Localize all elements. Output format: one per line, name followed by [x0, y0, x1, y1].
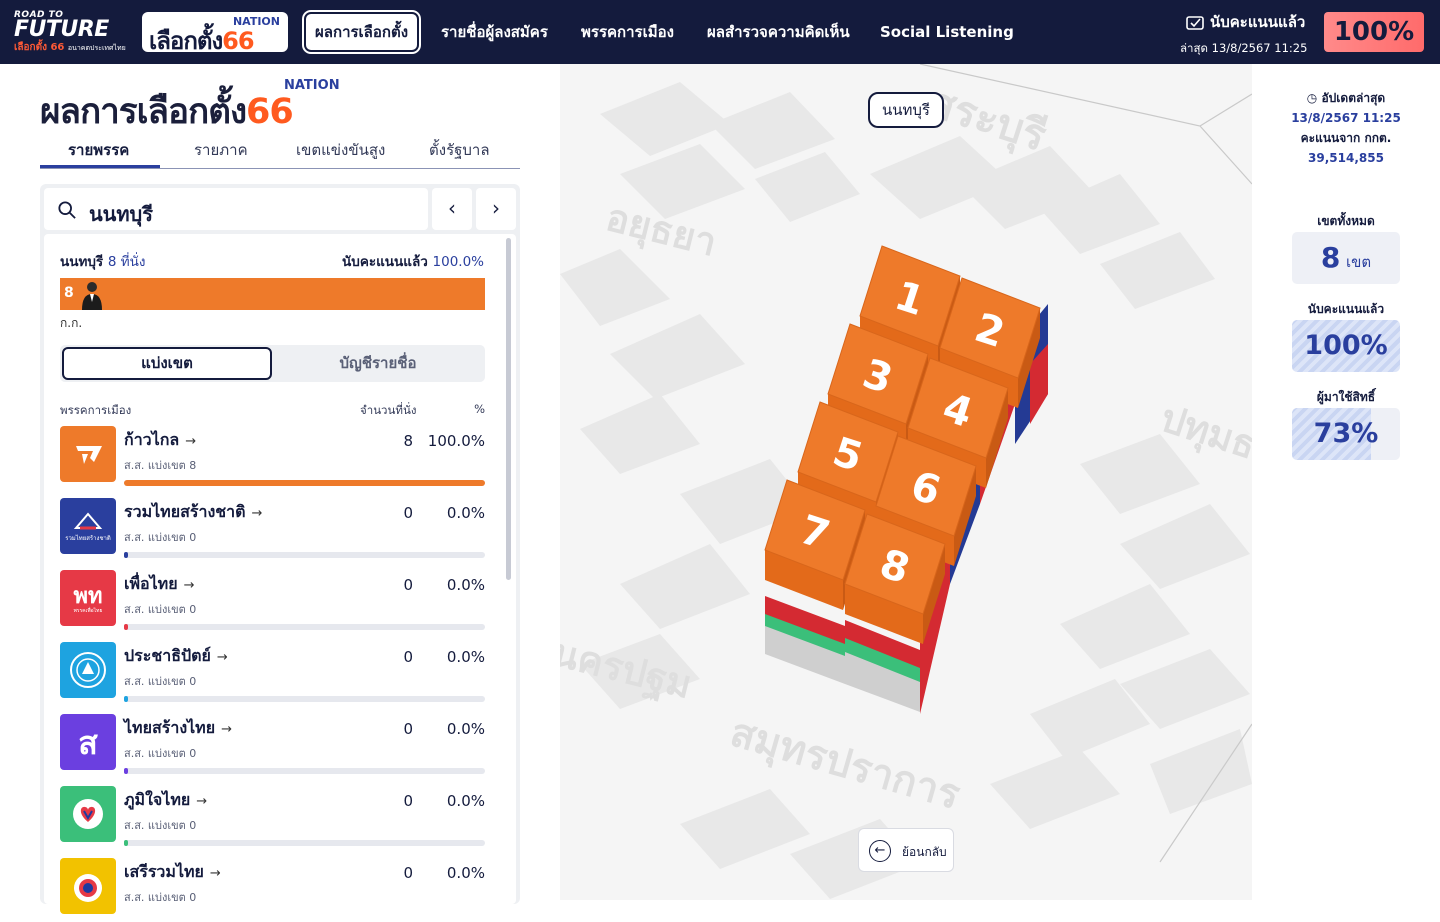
seat-distribution-bar[interactable]: 8: [60, 278, 485, 310]
party-row-bhumjaithai[interactable]: ภูมิใจไทย → ส.ส. แบ่งเขต 0 0 0.0%: [60, 786, 485, 850]
party-row-move-forward[interactable]: ก้าวไกล → ส.ส. แบ่งเขต 8 8 100.0%: [60, 426, 485, 490]
turnout-label: ผู้มาใช้สิทธิ์: [1316, 390, 1376, 404]
party-row-pheu-thai[interactable]: พท พรรคเพื่อไทย เพื่อไทย → ส.ส. แบ่งเขต 0 …: [60, 570, 485, 634]
page-title: NATION ผลการเลือกตั้ง66: [40, 78, 340, 132]
search-value: นนทบุรี: [89, 202, 153, 226]
arrow-right-icon: →: [185, 434, 197, 449]
view-tabs: รายพรรค รายภาค เขตแข่งขันสูง ตั้งรัฐบาล: [40, 132, 520, 169]
scrollbar[interactable]: [506, 238, 511, 580]
tab-government[interactable]: ตั้งรัฐบาล: [429, 138, 490, 162]
arrow-right-icon: →: [209, 866, 221, 881]
arrow-right-icon: →: [216, 650, 228, 665]
clock-icon: ◷: [1306, 91, 1318, 105]
counted-percent-badge: 100%: [1324, 12, 1424, 52]
tab-by-region[interactable]: รายภาค: [194, 138, 248, 162]
party-share-bar: [124, 480, 485, 486]
district-cubes[interactable]: 12345678: [764, 245, 1041, 644]
ballot-check-icon: [1186, 16, 1204, 30]
nav-polls[interactable]: ผลสำรวจความคิดเห็น: [707, 19, 850, 45]
counted-stat-label: นับคะแนนแล้ว: [1307, 302, 1385, 316]
results-panel: นนทบุรี ‹ › นนทบุรี 8 ที่นั่ง นับคะแนนแล…: [40, 184, 520, 914]
top-nav-bar: ROAD TO FUTURE เลือกตั้ง 66 อนาคตประเทศไ…: [0, 0, 1440, 64]
vote-count-status: นับคะแนนแล้ว ล่าสุด 13/8/2567 11:25: [1180, 10, 1314, 55]
bhumjaithai-logo: [60, 786, 116, 842]
utn-logo: รวมไทยสร้างชาติ: [60, 498, 116, 554]
candidate-avatar-icon: [82, 282, 102, 310]
road-to-future-logo[interactable]: ROAD TO FUTURE เลือกตั้ง 66 อนาคตประเทศไ…: [14, 10, 130, 54]
back-button[interactable]: ← ย้อนกลับ: [858, 828, 954, 872]
map-province-label[interactable]: นนทบุรี: [868, 92, 944, 128]
nav-candidates[interactable]: รายชื่อผู้ลงสมัคร: [441, 19, 548, 45]
counted-stat: 100%: [1292, 320, 1400, 372]
svg-text:พรรคเพื่อไทย: พรรคเพื่อไทย: [74, 607, 103, 614]
districts-label: เขตทั้งหมด: [1317, 214, 1375, 228]
party-share-bar: [124, 768, 485, 774]
seat-type-toggle: แบ่งเขต บัญชีรายชื่อ: [60, 345, 485, 382]
party-share-bar: [124, 624, 485, 630]
chevron-right-icon: ›: [492, 196, 500, 220]
province-search-input[interactable]: นนทบุรี: [44, 188, 428, 230]
arrow-right-icon: →: [251, 506, 263, 521]
province-map[interactable]: สระบุรี อยุธยา ปทุมธานี นครปฐม สมุทรปราก…: [560, 64, 1252, 900]
counted-label: นับคะแนนแล้ว: [1210, 13, 1306, 31]
toggle-party-list[interactable]: บัญชีรายชื่อ: [273, 347, 483, 380]
active-tab-indicator: [40, 165, 160, 168]
arrow-right-icon: →: [196, 794, 208, 809]
search-icon: [58, 201, 76, 219]
arrow-right-icon: →: [183, 578, 195, 593]
seat-bar-party-label: ก.ก.: [60, 316, 83, 330]
party-share-bar: [124, 840, 485, 846]
democrat-logo: [60, 642, 116, 698]
svg-text:พท: พท: [73, 584, 102, 609]
seri-ruam-thai-logo: [60, 858, 116, 914]
party-row-utn[interactable]: รวมไทยสร้างชาติ รวมไทยสร้างชาติ → ส.ส. แบ…: [60, 498, 485, 562]
province-results: นนทบุรี 8 ที่นั่ง นับคะแนนแล้ว 100.0% 8 …: [44, 234, 516, 914]
thai-sang-thai-logo: ส: [60, 714, 116, 770]
toggle-constituency[interactable]: แบ่งเขต: [62, 347, 272, 380]
move-forward-logo: [60, 426, 116, 482]
tab-by-party[interactable]: รายพรรค: [68, 138, 129, 162]
election66-logo[interactable]: NATION เลือกตั้ง66: [142, 12, 288, 55]
next-province-button[interactable]: ›: [476, 188, 516, 230]
province-header: นนทบุรี 8 ที่นั่ง นับคะแนนแล้ว 100.0%: [60, 254, 484, 270]
districts-total: 8 เขต: [1292, 232, 1400, 284]
svg-text:รวมไทยสร้างชาติ: รวมไทยสร้างชาติ: [65, 534, 111, 542]
map-canvas: สระบุรี อยุธยา ปทุมธานี นครปฐม สมุทรปราก…: [560, 64, 1252, 899]
arrow-left-icon: ←: [869, 840, 891, 862]
party-row-seri-ruam-thai[interactable]: เสรีรวมไทย → ส.ส. แบ่งเขต 0 0 0.0%: [60, 858, 485, 922]
table-header: พรรคการเมือง จำนวนที่นั่ง %: [60, 402, 485, 417]
last-updated: ล่าสุด 13/8/2567 11:25: [1180, 41, 1308, 55]
update-info: ◷ อัปเดตล่าสุด 13/8/2567 11:25 คะแนนจาก …: [1291, 91, 1401, 165]
tab-contested[interactable]: เขตแข่งขันสูง: [296, 138, 385, 162]
svg-text:ส: ส: [78, 724, 98, 762]
pheu-thai-logo: พท พรรคเพื่อไทย: [60, 570, 116, 626]
party-row-thai-sang-thai[interactable]: ส ไทยสร้างไทย → ส.ส. แบ่งเขต 0 0 0.0%: [60, 714, 485, 778]
nav-social-listening[interactable]: Social Listening: [880, 19, 1014, 45]
turnout-stat: 73%: [1292, 408, 1400, 460]
party-share-bar: [124, 696, 485, 702]
party-share-bar: [124, 552, 485, 558]
arrow-right-icon: →: [221, 722, 232, 737]
party-row-democrat[interactable]: ประชาธิปัตย์ → ส.ส. แบ่งเขต 0 0 0.0%: [60, 642, 485, 706]
prev-province-button[interactable]: ‹: [432, 188, 472, 230]
chevron-left-icon: ‹: [448, 196, 456, 220]
nav-election-results[interactable]: ผลการเลือกตั้ง: [304, 12, 420, 52]
nav-parties[interactable]: พรรคการเมือง: [581, 19, 674, 45]
